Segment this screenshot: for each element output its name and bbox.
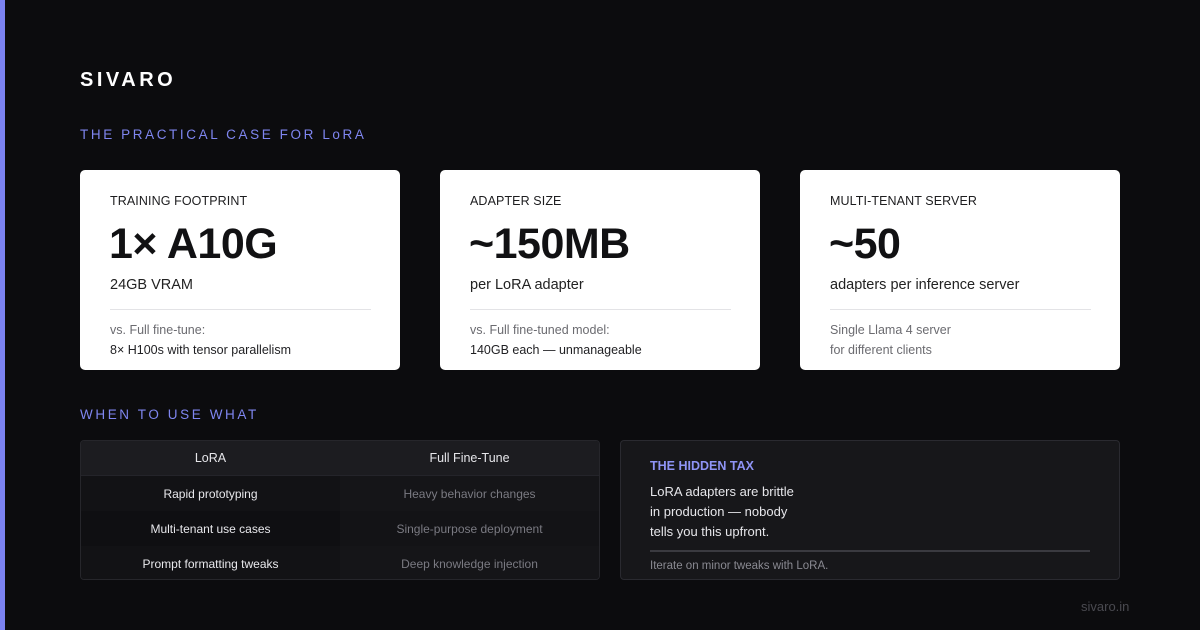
card-training-footprint: TRAINING FOOTPRINT 1× A10G 24GB VRAM vs.… — [80, 170, 400, 370]
card-note-line2: 140GB each — unmanageable — [470, 343, 642, 357]
card-subtitle: 24GB VRAM — [110, 277, 193, 293]
card-divider — [830, 309, 1091, 310]
hidden-tax-footer: Iterate on minor tweaks with LoRA. — [650, 560, 829, 572]
card-subtitle: per LoRA adapter — [470, 277, 584, 293]
card-subtitle: adapters per inference server — [830, 277, 1020, 293]
card-value: 1× A10G — [109, 220, 278, 268]
card-note-line1: vs. Full fine-tune: — [110, 323, 206, 337]
table-row: Multi-tenant use cases Single-purpose de… — [81, 511, 599, 546]
card-label: MULTI-TENANT SERVER — [830, 194, 978, 208]
table-cell-lora: Rapid prototyping — [81, 476, 340, 511]
table-cell-full-fine-tune: Heavy behavior changes — [340, 476, 599, 511]
hidden-tax-title: THE HIDDEN TAX — [650, 459, 754, 473]
card-value: ~150MB — [469, 220, 630, 268]
table-header-row: LoRA Full Fine-Tune — [81, 441, 599, 476]
hidden-tax-body-line: tells you this upfront. — [650, 524, 770, 539]
footer-url: sivaro.in — [1081, 599, 1130, 614]
section-label-practical-case: THE PRACTICAL CASE FOR LoRA — [80, 127, 367, 142]
card-label: ADAPTER SIZE — [470, 194, 562, 208]
table-cell-full-fine-tune: Deep knowledge injection — [340, 546, 599, 579]
hidden-tax-body-line: LoRA adapters are brittle — [650, 484, 794, 499]
brand-logo: SIVARO — [80, 69, 177, 91]
hidden-tax-body-line: in production — nobody — [650, 504, 788, 519]
table-cell-full-fine-tune: Single-purpose deployment — [340, 511, 599, 546]
accent-bar — [0, 0, 5, 630]
card-label: TRAINING FOOTPRINT — [110, 194, 248, 208]
comparison-table: LoRA Full Fine-Tune Rapid prototyping He… — [80, 440, 600, 580]
card-note-line1: Single Llama 4 server — [830, 323, 951, 337]
table-row: Rapid prototyping Heavy behavior changes — [81, 476, 599, 511]
table-header-full-fine-tune: Full Fine-Tune — [340, 441, 599, 475]
card-note-line2: 8× H100s with tensor parallelism — [110, 343, 291, 357]
table-cell-lora: Prompt formatting tweaks — [81, 546, 340, 579]
card-note-line2: for different clients — [830, 343, 932, 357]
table-header-lora: LoRA — [81, 441, 340, 475]
hidden-tax-panel: THE HIDDEN TAX LoRA adapters are brittle… — [620, 440, 1120, 580]
card-adapter-size: ADAPTER SIZE ~150MB per LoRA adapter vs.… — [440, 170, 760, 370]
section-label-when-to-use: WHEN TO USE WHAT — [80, 407, 259, 422]
card-multi-tenant-server: MULTI-TENANT SERVER ~50 adapters per inf… — [800, 170, 1120, 370]
card-divider — [110, 309, 371, 310]
card-value: ~50 — [829, 220, 901, 268]
hidden-tax-body: LoRA adapters are brittle in production … — [650, 482, 794, 542]
hidden-tax-divider — [650, 550, 1090, 552]
card-divider — [470, 309, 731, 310]
table-cell-lora: Multi-tenant use cases — [81, 511, 340, 546]
card-note-line1: vs. Full fine-tuned model: — [470, 323, 610, 337]
table-row: Prompt formatting tweaks Deep knowledge … — [81, 546, 599, 579]
